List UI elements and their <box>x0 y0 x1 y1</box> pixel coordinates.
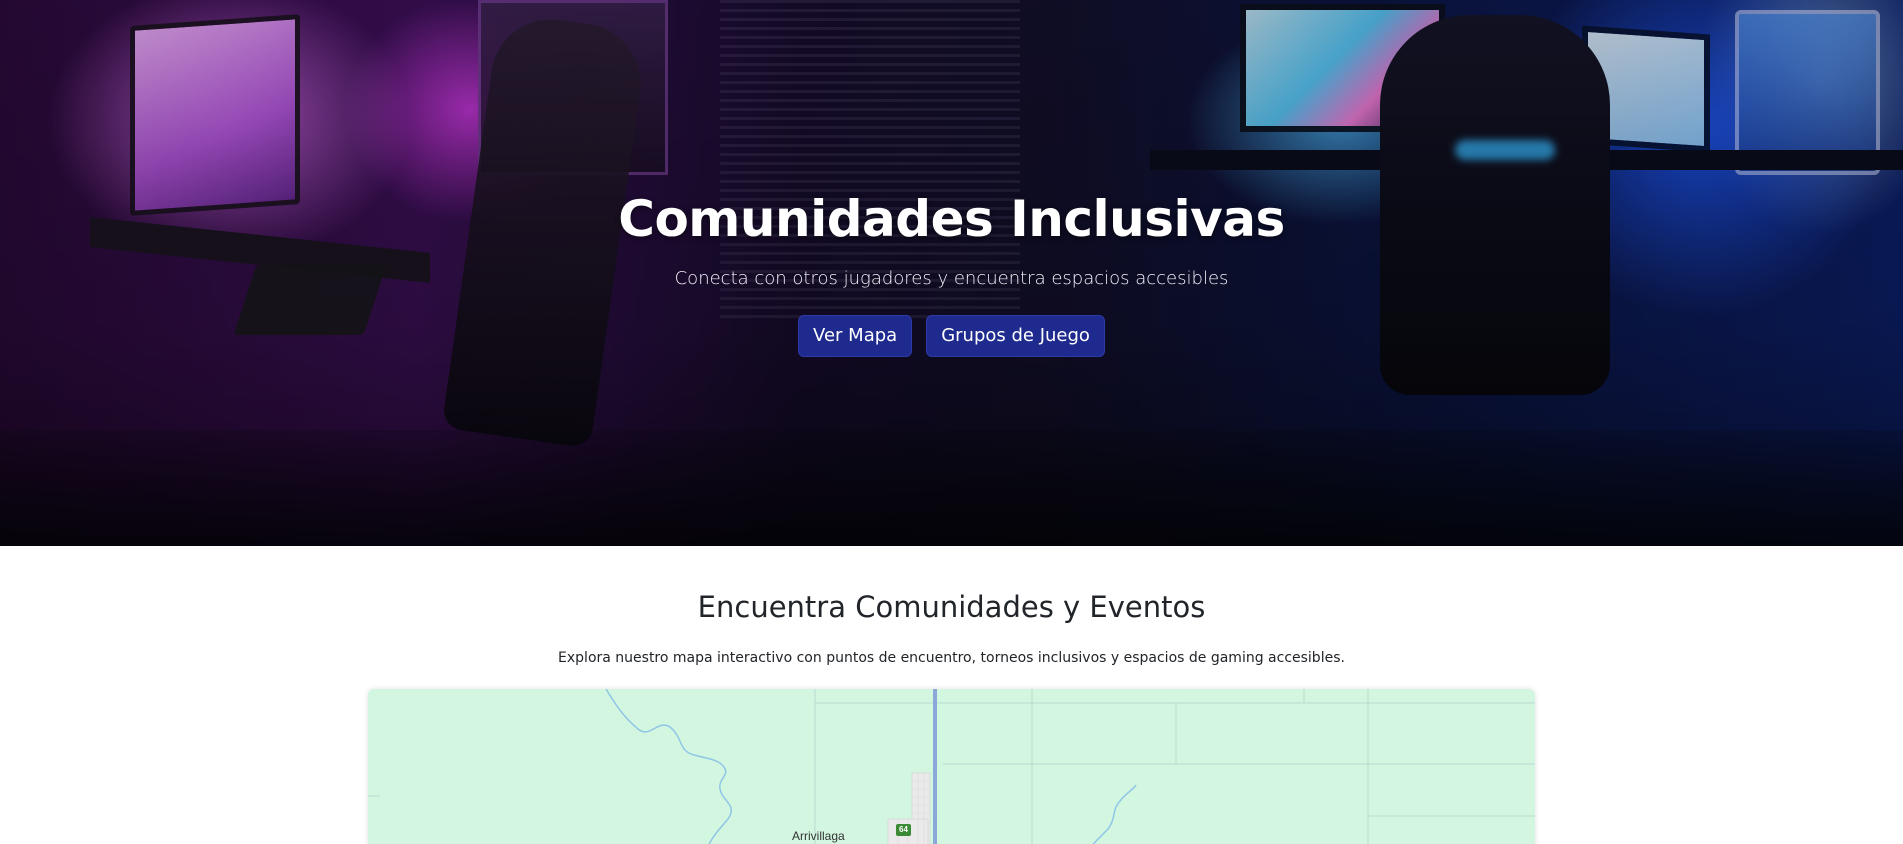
map-place-label: Arrivillaga <box>792 829 845 843</box>
map-tiles <box>368 689 1535 844</box>
hero-section: Comunidades Inclusivas Conecta con otros… <box>0 0 1903 546</box>
hero-button-group: Ver Mapa Grupos de Juego <box>0 315 1903 357</box>
section-description: Explora nuestro mapa interactivo con pun… <box>558 650 1345 666</box>
interactive-map[interactable]: Arrivillaga 64 <box>368 689 1535 844</box>
grupos-de-juego-button[interactable]: Grupos de Juego <box>926 315 1105 357</box>
section-title: Encuentra Comunidades y Eventos <box>697 590 1206 624</box>
route-shield-icon: 64 <box>896 824 911 836</box>
hero-content: Comunidades Inclusivas Conecta con otros… <box>0 0 1903 546</box>
ver-mapa-button[interactable]: Ver Mapa <box>798 315 913 357</box>
hero-subtitle: Conecta con otros jugadores y encuentra … <box>674 268 1229 289</box>
hero-title: Comunidades Inclusivas <box>618 190 1285 248</box>
